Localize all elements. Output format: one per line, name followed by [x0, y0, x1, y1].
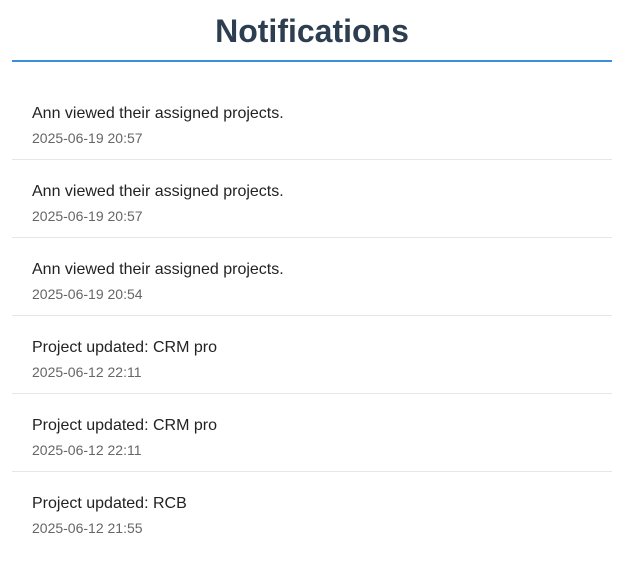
- notification-list: Ann viewed their assigned projects. 2025…: [12, 62, 612, 550]
- notifications-panel: Notifications Ann viewed their assigned …: [12, 0, 612, 550]
- notification-item[interactable]: Project updated: CRM pro 2025-06-12 22:1…: [12, 316, 612, 394]
- notification-timestamp: 2025-06-12 22:11: [32, 364, 142, 380]
- notification-message: Ann viewed their assigned projects.: [32, 261, 284, 278]
- notification-timestamp: 2025-06-19 20:54: [32, 286, 143, 302]
- notification-item[interactable]: Ann viewed their assigned projects. 2025…: [12, 160, 612, 238]
- notification-message: Ann viewed their assigned projects.: [32, 105, 284, 122]
- notification-timestamp: 2025-06-19 20:57: [32, 130, 143, 146]
- notification-item[interactable]: Project updated: CRM pro 2025-06-12 22:1…: [12, 394, 612, 472]
- notification-item[interactable]: Ann viewed their assigned projects. 2025…: [12, 82, 612, 160]
- notification-timestamp: 2025-06-12 22:11: [32, 442, 142, 458]
- notification-message: Project updated: CRM pro: [32, 417, 217, 434]
- notification-message: Project updated: CRM pro: [32, 339, 217, 356]
- notification-timestamp: 2025-06-12 21:55: [32, 520, 143, 536]
- notification-item[interactable]: Ann viewed their assigned projects. 2025…: [12, 238, 612, 316]
- notification-timestamp: 2025-06-19 20:57: [32, 208, 143, 224]
- notification-message: Ann viewed their assigned projects.: [32, 183, 284, 200]
- notification-message: Project updated: RCB: [32, 495, 187, 512]
- page-title: Notifications: [12, 0, 612, 62]
- notification-item[interactable]: Project updated: RCB 2025-06-12 21:55: [12, 472, 612, 550]
